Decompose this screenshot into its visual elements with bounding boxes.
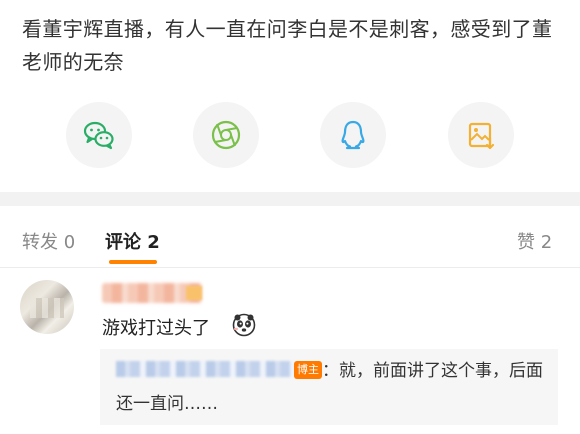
post-text: 看董宇辉直播，有人一直在问李白是不是刺客，感受到了董老师的无奈 [22, 17, 553, 74]
wechat-icon [83, 121, 114, 150]
reply-text: ：就，前面讲了这个事，后面还一直问…… [116, 361, 543, 414]
active-tab-indicator [109, 260, 157, 264]
reply-box[interactable]: 博主 ：就，前面讲了这个事，后面还一直问…… [100, 349, 558, 425]
user-badge-icon [186, 286, 202, 300]
moments-share-button[interactable] [193, 102, 259, 168]
panda-emoji-icon [232, 313, 256, 337]
comment-tabs: 转发 0 评论 2 赞 2 [0, 206, 580, 268]
tab-repost[interactable]: 转发 0 [22, 228, 75, 254]
qq-share-button[interactable] [320, 102, 386, 168]
tabs-divider [0, 267, 580, 268]
qq-icon [341, 120, 365, 150]
tab-comments[interactable]: 评论 2 [105, 228, 160, 254]
comment-text: 游戏打过头了 [102, 318, 210, 339]
avatar[interactable] [20, 280, 74, 334]
share-row [0, 102, 580, 170]
section-divider [0, 192, 580, 206]
save-image-icon [468, 122, 495, 150]
tab-likes[interactable]: 赞 2 [517, 228, 552, 254]
moments-icon [211, 120, 241, 150]
save-image-share-button[interactable] [448, 102, 514, 168]
wechat-share-button[interactable] [66, 102, 132, 168]
